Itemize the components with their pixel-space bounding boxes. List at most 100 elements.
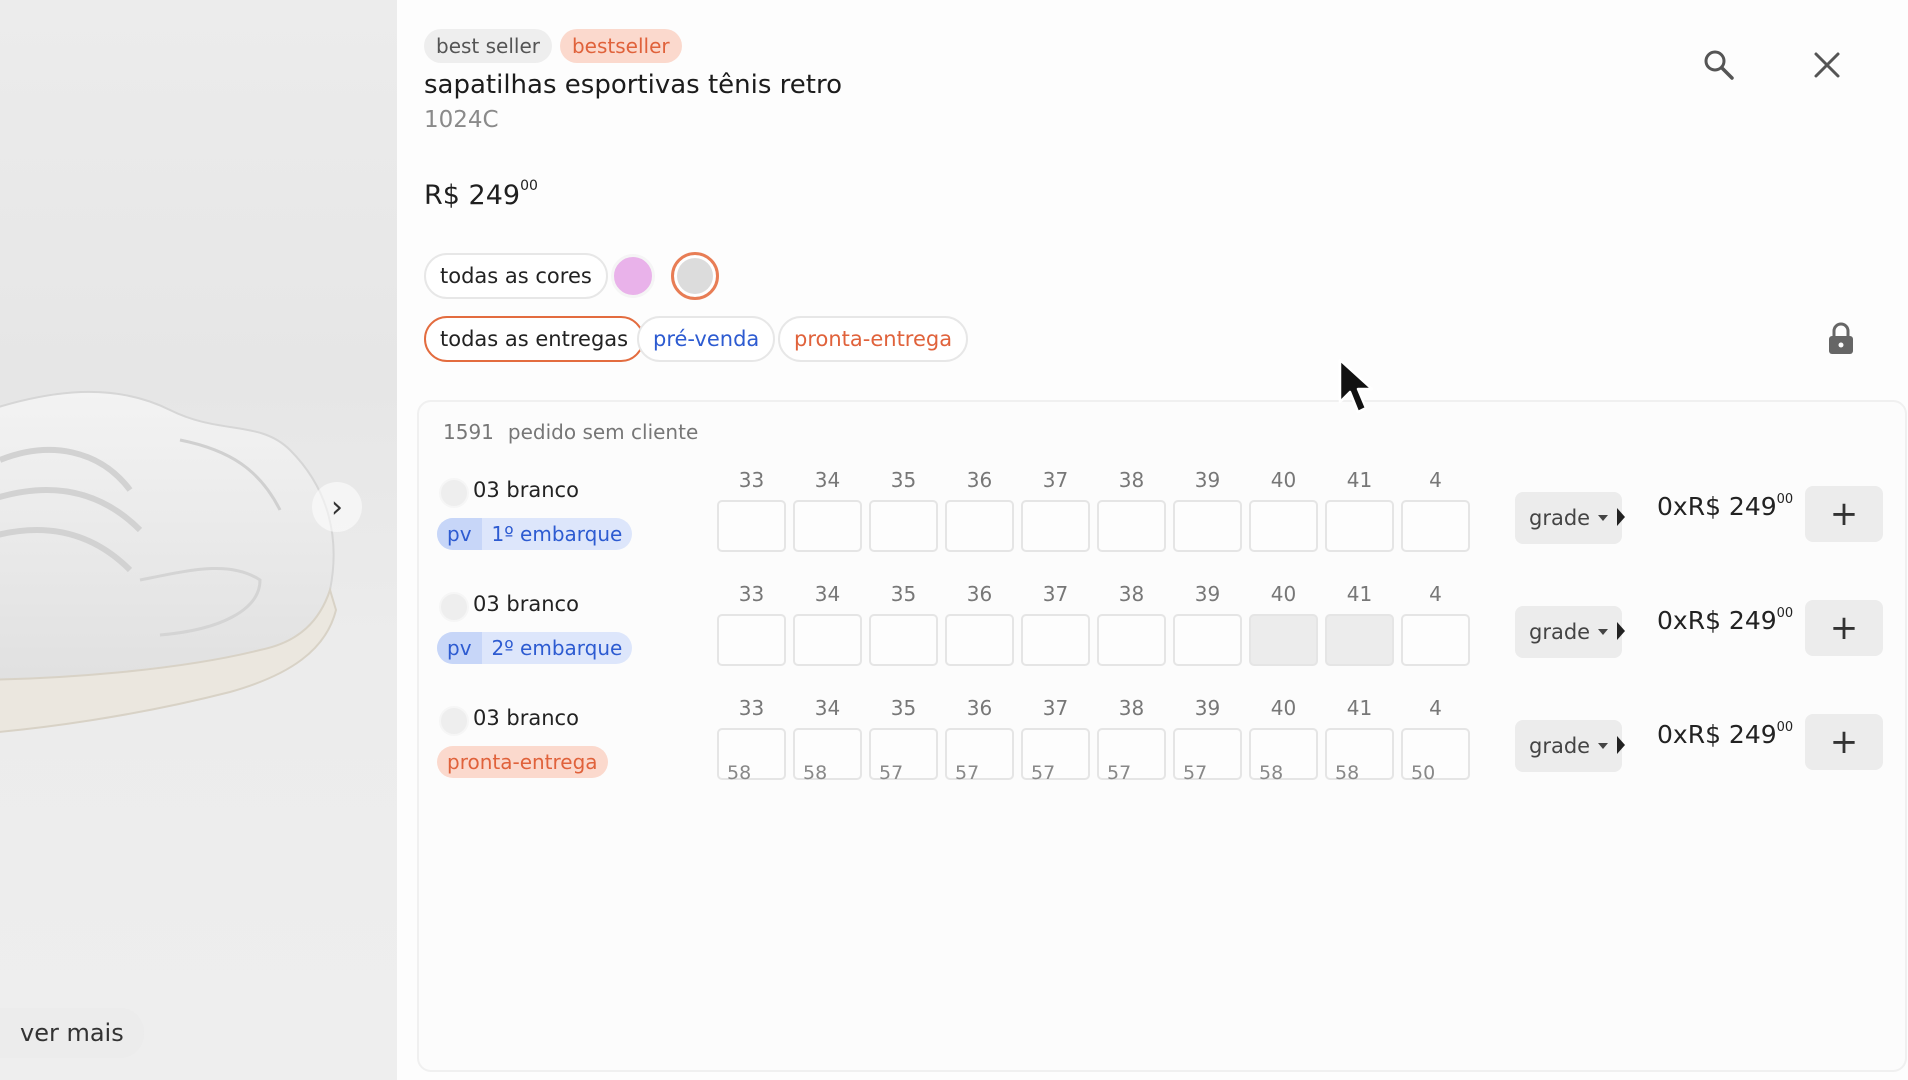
order-client-label: pedido sem cliente (507, 420, 699, 444)
size-label: 4 (1429, 696, 1442, 720)
size-label: 33 (738, 582, 765, 606)
delivery-code: pv (437, 518, 482, 550)
delivery-badge-ready: pronta-entrega (437, 746, 608, 778)
add-button[interactable]: + (1805, 486, 1883, 542)
size-qty-input[interactable] (1173, 500, 1242, 552)
filter-pre-sale[interactable]: pré-venda (637, 316, 776, 362)
next-image-button[interactable]: › (312, 482, 362, 532)
size-qty-input[interactable] (1401, 614, 1470, 666)
size-label: 38 (1118, 582, 1145, 606)
size-label: 41 (1346, 582, 1373, 606)
add-button[interactable]: + (1805, 600, 1883, 656)
row-color-label: 03 branco (473, 706, 579, 730)
size-stock: 57 (879, 762, 904, 784)
order-header: 1591 pedido sem cliente (443, 420, 698, 444)
filter-all-deliveries[interactable]: todas as entregas (424, 316, 645, 362)
expand-sizes-icon[interactable] (1617, 736, 1625, 754)
order-number: 1591 (443, 420, 494, 444)
size-qty-input[interactable] (1249, 500, 1318, 552)
row-select-radio[interactable] (439, 706, 469, 736)
tag-bestseller: bestseller (559, 29, 682, 63)
size-grid: 33 58 34 58 35 57 36 57 37 57 38 57 39 57 40 58 … (717, 690, 1477, 800)
grade-label: grade (1529, 734, 1591, 758)
size-stock: 50 (1411, 762, 1436, 784)
lock-icon[interactable] (1827, 322, 1855, 356)
color-swatch-pink[interactable] (611, 254, 655, 298)
size-label: 36 (966, 696, 993, 720)
size-qty-input[interactable] (717, 614, 786, 666)
size-label: 34 (814, 696, 841, 720)
delivery-badge-pre-sale: pv 1º embarque (437, 518, 633, 550)
grade-dropdown[interactable]: grade (1515, 492, 1623, 544)
row-color-label: 03 branco (473, 478, 579, 502)
product-price: R$ 24900 (424, 178, 538, 211)
product-code: 1024C (424, 107, 499, 133)
size-qty-input[interactable] (945, 500, 1014, 552)
row-total: 0xR$ 24900 (1657, 606, 1794, 635)
size-label: 33 (738, 468, 765, 492)
close-icon[interactable] (1810, 48, 1844, 82)
mouse-cursor-icon (1338, 358, 1374, 414)
caret-down-icon (1598, 743, 1609, 749)
size-label: 35 (890, 582, 917, 606)
size-qty-input[interactable] (869, 500, 938, 552)
chevron-right-icon: › (331, 489, 343, 525)
size-label: 37 (1042, 582, 1069, 606)
search-icon[interactable] (1702, 48, 1736, 82)
plus-icon: + (1829, 608, 1859, 648)
delivery-code: pv (437, 632, 482, 664)
size-qty-input[interactable] (1401, 500, 1470, 552)
add-button[interactable]: + (1805, 714, 1883, 770)
row-color-label: 03 branco (473, 592, 579, 616)
size-label: 34 (814, 582, 841, 606)
filter-ready-delivery[interactable]: pronta-entrega (778, 316, 969, 362)
see-more-button[interactable]: ver mais (0, 1008, 144, 1058)
size-label: 37 (1042, 696, 1069, 720)
filter-all-colors[interactable]: todas as cores (424, 253, 608, 299)
expand-sizes-icon[interactable] (1617, 622, 1625, 640)
order-row: 03 branco pv 2º embarque 33 34 35 36 37 … (419, 576, 1908, 686)
size-label: 40 (1270, 582, 1297, 606)
row-select-radio[interactable] (439, 478, 469, 508)
row-total: 0xR$ 24900 (1657, 492, 1794, 521)
row-select-radio[interactable] (439, 592, 469, 622)
tag-best-seller: best seller (424, 29, 552, 63)
size-label: 40 (1270, 696, 1297, 720)
product-image-sneaker (0, 390, 338, 733)
size-qty-input[interactable] (1097, 614, 1166, 666)
size-label: 36 (966, 468, 993, 492)
grade-dropdown[interactable]: grade (1515, 606, 1623, 658)
size-stock: 58 (803, 762, 828, 784)
size-qty-input[interactable] (1021, 500, 1090, 552)
plus-icon: + (1829, 494, 1859, 534)
size-qty-input[interactable] (1021, 614, 1090, 666)
expand-sizes-icon[interactable] (1617, 508, 1625, 526)
product-details-panel: best seller bestseller sapatilhas esport… (397, 0, 1908, 1080)
size-label: 35 (890, 696, 917, 720)
product-tags: best seller bestseller (424, 29, 682, 63)
size-qty-input[interactable] (717, 500, 786, 552)
size-label: 4 (1429, 468, 1442, 492)
size-stock: 57 (955, 762, 980, 784)
size-qty-input[interactable] (869, 614, 938, 666)
grade-dropdown[interactable]: grade (1515, 720, 1623, 772)
size-qty-input[interactable] (1173, 614, 1242, 666)
caret-down-icon (1598, 629, 1609, 635)
size-qty-input[interactable] (945, 614, 1014, 666)
color-swatch-white-selected[interactable] (671, 252, 719, 300)
size-qty-input[interactable] (793, 500, 862, 552)
caret-down-icon (1598, 515, 1609, 521)
delivery-name: 1º embarque (491, 522, 623, 546)
size-qty-input[interactable] (793, 614, 862, 666)
size-qty-input[interactable] (1325, 500, 1394, 552)
size-qty-input[interactable] (1097, 500, 1166, 552)
size-qty-input-disabled[interactable] (1325, 614, 1394, 666)
size-qty-input-disabled[interactable] (1249, 614, 1318, 666)
delivery-badge-pre-sale: pv 2º embarque (437, 632, 633, 664)
size-stock: 58 (1259, 762, 1284, 784)
product-title: sapatilhas esportivas tênis retro (424, 70, 843, 100)
size-label: 35 (890, 468, 917, 492)
grade-label: grade (1529, 506, 1591, 530)
size-label: 40 (1270, 468, 1297, 492)
size-grid: 33 34 35 36 37 38 39 40 41 4 (717, 576, 1477, 686)
